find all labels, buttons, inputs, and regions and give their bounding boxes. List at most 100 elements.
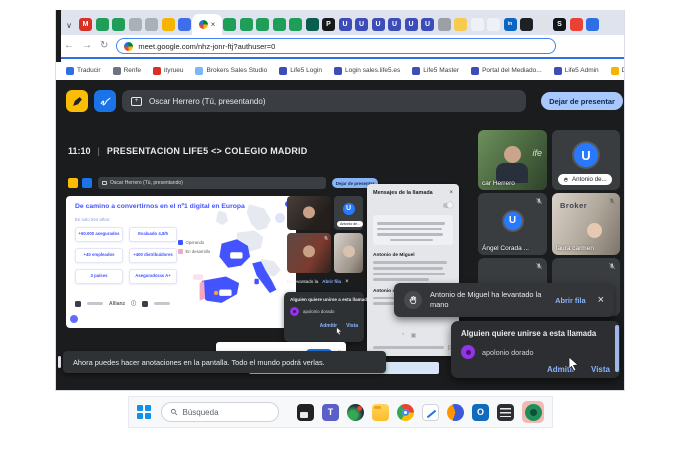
taskbar-search[interactable]: Búsqueda — [161, 402, 280, 422]
bookmark-item[interactable]: Traducir — [66, 67, 101, 75]
bookmark-favicon — [334, 67, 342, 75]
pinned-tabs-after: PUUUUUUinS — [223, 14, 599, 35]
popup-scrollbar[interactable] — [615, 325, 619, 372]
slide-stat-chips: +50.000 aseguradosEvaluado 4,8/5+40 empl… — [75, 227, 177, 284]
pinned-tab[interactable] — [273, 18, 286, 31]
presentation-heading: 11:10 | PRESENTACION LIFE5 <> COLEGIO MA… — [68, 146, 307, 156]
bookmark-favicon — [113, 67, 121, 75]
pinned-tab[interactable] — [112, 18, 125, 31]
presenter-bar: + Oscar Herrero (Tú, presentando) — [122, 90, 526, 112]
clock-icon: ◔ — [401, 332, 405, 339]
taskbar-app-icon[interactable] — [372, 404, 389, 421]
bookmark-item[interactable]: Brokers Sales Studio — [195, 67, 267, 75]
taskbar-app-icon[interactable] — [297, 404, 314, 421]
participant-face — [343, 245, 355, 257]
presenter-label: Oscar Herrero (Tú, presentando) — [149, 97, 266, 106]
pinned-tab[interactable] — [306, 18, 319, 31]
tile-oscar-herrero[interactable]: ife car Herrero — [478, 130, 547, 190]
nested-antonio-pill: Antonio de... — [337, 221, 363, 227]
pinned-tab[interactable]: U — [355, 18, 368, 31]
bookmark-item[interactable]: DGSFP Búsqueda — [611, 67, 625, 75]
pinned-tab[interactable]: M — [79, 18, 92, 31]
participant-face — [303, 206, 315, 218]
tile-antonio[interactable]: U Antonio de... — [552, 130, 620, 190]
participant-face — [587, 223, 602, 238]
address-bar[interactable]: meet.google.com/nhz-jonr-ftj?authuser=0 — [116, 38, 556, 54]
stat-chip: Evaluado 4,8/5 — [129, 227, 177, 242]
allianz-logo: Allianz — [109, 301, 125, 307]
bookmark-item[interactable]: Portal del Mediado... — [471, 67, 542, 75]
pinned-tab[interactable]: in — [504, 18, 517, 31]
pinned-tab[interactable] — [129, 18, 142, 31]
pinned-tab[interactable] — [520, 18, 533, 31]
pinned-tab[interactable] — [240, 18, 253, 31]
join-title: Alguien quiere unirse a esta llamada — [461, 329, 610, 338]
mic-off-icon — [608, 197, 616, 205]
pinned-tab[interactable]: U — [421, 18, 434, 31]
taskbar-app-icon[interactable] — [347, 404, 364, 421]
taskbar-app-icon[interactable]: O — [472, 404, 489, 421]
nested-toast-text: ha levantado la — [287, 279, 318, 284]
pinned-tab[interactable]: P — [322, 18, 335, 31]
nested-pen-tool — [82, 178, 92, 188]
pinned-tab[interactable] — [471, 18, 484, 31]
pinned-tab[interactable]: U — [339, 18, 352, 31]
back-icon[interactable]: ← — [64, 41, 74, 51]
bookmark-item[interactable]: Login sales.life5.es — [334, 67, 400, 75]
chat-info-box — [373, 215, 453, 245]
bookmark-favicon — [153, 67, 161, 75]
open-queue-button[interactable]: Abrir fila — [555, 296, 585, 305]
view-button[interactable]: Vista — [591, 365, 610, 374]
tab-search-icon[interactable]: ∨ — [62, 15, 76, 35]
bookmark-item[interactable]: ityrueu — [153, 67, 184, 75]
stop-presenting-button[interactable]: Dejar de presentar — [541, 92, 623, 110]
nested-open-queue: Abrir fila — [322, 279, 341, 284]
bookmark-item[interactable]: Renfe — [113, 67, 141, 75]
marker-icon — [71, 95, 84, 108]
search-placeholder: Búsqueda — [183, 408, 219, 417]
pen-tool-button[interactable] — [94, 90, 116, 112]
pinned-tab[interactable] — [256, 18, 269, 31]
pinned-tab[interactable] — [487, 18, 500, 31]
bookmark-item[interactable]: Life5 Admin — [554, 67, 599, 75]
taskbar-app-icon[interactable]: T — [322, 404, 339, 421]
pinned-tab[interactable] — [223, 18, 236, 31]
pinned-tab[interactable] — [586, 18, 599, 31]
forward-icon[interactable]: → — [82, 41, 92, 51]
pinned-tab[interactable]: S — [553, 18, 566, 31]
mic-off-icon — [535, 197, 543, 205]
close-toast-icon[interactable]: × — [598, 294, 604, 306]
nested-hand-toast: ha levantado la Abrir fila × — [287, 274, 363, 289]
pinned-tab[interactable]: U — [405, 18, 418, 31]
active-app-highlight[interactable] — [522, 401, 544, 423]
reload-icon[interactable]: ↻ — [100, 41, 108, 51]
chat-panel-title: Mensajes de la llamada — [373, 190, 433, 196]
active-tab-meet[interactable]: × — [192, 14, 222, 35]
taskbar-app-icon[interactable] — [447, 404, 464, 421]
pinned-tab[interactable] — [438, 18, 451, 31]
pinned-tab[interactable] — [537, 18, 550, 31]
pinned-tab[interactable]: U — [372, 18, 385, 31]
pinned-tab[interactable] — [289, 18, 302, 31]
taskbar-app-icon[interactable] — [422, 404, 439, 421]
pinned-tab[interactable] — [162, 18, 175, 31]
pinned-tab[interactable] — [178, 18, 191, 31]
pinned-tab[interactable]: U — [388, 18, 401, 31]
taskbar-app-icon[interactable] — [497, 404, 514, 421]
taskbar-app-icon[interactable] — [525, 404, 542, 421]
life5-logo: U — [504, 212, 522, 230]
close-tab-icon[interactable]: × — [211, 21, 216, 29]
annotation-tool-button[interactable] — [66, 90, 88, 112]
pinned-tab[interactable] — [96, 18, 109, 31]
pinned-tab[interactable] — [145, 18, 158, 31]
url-text: meet.google.com/nhz-jonr-ftj?authuser=0 — [138, 42, 275, 51]
bookmark-item[interactable]: Life5 Master — [412, 67, 459, 75]
bookmark-item[interactable]: Life5 Login — [279, 67, 322, 75]
start-button[interactable] — [137, 405, 151, 419]
pinned-tab[interactable] — [570, 18, 583, 31]
mic-off-icon — [535, 262, 543, 270]
tile-angel-corada[interactable]: U Ángel Corada ... — [478, 193, 547, 255]
taskbar-app-icon[interactable] — [397, 404, 414, 421]
pinned-tab[interactable] — [454, 18, 467, 31]
tile-laura-carmen[interactable]: Broker laura carmen — [552, 193, 620, 255]
